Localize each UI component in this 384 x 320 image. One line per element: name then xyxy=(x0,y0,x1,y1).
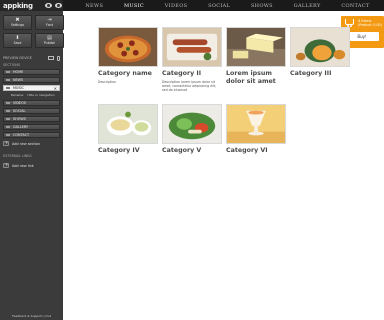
category-title[interactable]: Category name xyxy=(98,70,158,78)
add-link-button[interactable]: Add new link xyxy=(3,162,60,169)
section-label: VIDEOS xyxy=(13,101,26,105)
section-label: NEWS xyxy=(13,78,24,82)
category-title[interactable]: Category VI xyxy=(226,147,286,155)
add-section-label: Add new section xyxy=(12,141,40,146)
save-button[interactable]: ⬇ Save xyxy=(3,33,32,48)
nav-contact[interactable]: CONTACT xyxy=(341,3,369,9)
category-card[interactable]: Category V xyxy=(162,104,222,155)
font-button[interactable]: ⇥ Font xyxy=(35,15,64,30)
category-title[interactable]: Category IV xyxy=(98,147,158,155)
section-label: MUSIC xyxy=(13,86,24,90)
category-card[interactable]: Category III xyxy=(290,27,350,78)
drag-handle-icon[interactable] xyxy=(6,134,10,136)
app-logo: appking xyxy=(3,1,33,10)
category-description: Description lorem ipsum dolor sit amet, … xyxy=(162,80,217,92)
external-links-header: EXTERNAL LINKS xyxy=(3,154,32,158)
nav-gallery[interactable]: GALLERY xyxy=(294,3,321,9)
publish-label: Publish xyxy=(43,41,56,45)
nav-shows[interactable]: SHOWS xyxy=(251,3,273,9)
section-item-shows[interactable]: SHOWS xyxy=(3,116,60,122)
visibility-eye-icon[interactable] xyxy=(54,3,62,8)
drag-handle-icon[interactable] xyxy=(6,79,10,81)
category-image-cheese[interactable] xyxy=(226,27,286,67)
section-label: CONTACT xyxy=(13,133,30,137)
settings-button[interactable]: ✖ Settings xyxy=(3,15,32,30)
category-card[interactable]: Category II Description lorem ipsum dolo… xyxy=(162,27,222,92)
category-description: Description xyxy=(98,80,117,84)
top-navigation: NEWS MUSIC VIDEOS SOCIAL SHOWS GALLERY C… xyxy=(63,0,384,11)
hide-in-navigation-link[interactable]: Hide in navigation xyxy=(27,93,54,97)
nav-social[interactable]: SOCIAL xyxy=(208,3,230,9)
drag-handle-icon[interactable] xyxy=(6,126,10,128)
section-item-news[interactable]: NEWS xyxy=(3,77,60,83)
category-title[interactable]: Category II xyxy=(162,70,222,78)
section-item-music[interactable]: MUSIC ✕ xyxy=(3,85,60,91)
category-title[interactable]: Lorem ipsum dolor sit amet xyxy=(226,70,286,86)
section-label: GALLERY xyxy=(13,125,29,129)
section-actions: Rename Hide in navigation xyxy=(3,92,60,97)
add-link-icon xyxy=(3,162,9,168)
category-image-soup[interactable] xyxy=(98,104,158,144)
settings-label: Settings xyxy=(10,23,25,27)
desktop-monitor-icon[interactable] xyxy=(48,55,54,60)
category-card[interactable]: Category name Description xyxy=(98,27,158,84)
category-image-pumpkin[interactable] xyxy=(290,27,350,67)
rename-link[interactable]: Rename xyxy=(11,93,23,97)
add-section-button[interactable]: Add new section xyxy=(3,140,60,147)
section-label: SOCIAL xyxy=(13,109,26,113)
section-item-home[interactable]: HOME xyxy=(3,69,60,75)
section-item-contact[interactable]: CONTACT xyxy=(3,132,60,138)
preview-device-header: PREVIEW DEVICE xyxy=(0,54,63,62)
publish-button[interactable]: ▤ Publish xyxy=(35,33,64,48)
sidebar: appking ✖ Settings ⇥ Font ⬇ Save ▤ Publi… xyxy=(0,0,64,320)
category-image-pizza[interactable] xyxy=(98,27,158,67)
drag-handle-icon[interactable] xyxy=(6,102,10,104)
category-card[interactable]: Lorem ipsum dolor sit amet xyxy=(226,27,286,86)
drag-handle-icon[interactable] xyxy=(6,118,10,120)
save-label: Save xyxy=(13,41,22,45)
close-icon[interactable]: ✕ xyxy=(54,86,57,91)
category-title[interactable]: Category III xyxy=(290,70,350,78)
feedback-footer[interactable]: Feedback & Support | Out xyxy=(0,314,63,318)
drag-handle-icon[interactable] xyxy=(6,71,10,73)
drag-handle-icon[interactable] xyxy=(6,110,10,112)
drag-handle-icon[interactable] xyxy=(6,87,10,89)
shopping-cart-icon xyxy=(345,19,354,27)
preview-device-label: PREVIEW DEVICE xyxy=(3,56,33,60)
section-item-social[interactable]: SOCIAL xyxy=(3,108,60,114)
category-card[interactable]: Category IV xyxy=(98,104,158,155)
nav-news[interactable]: NEWS xyxy=(85,3,103,9)
section-label: SHOWS xyxy=(13,117,26,121)
nav-music[interactable]: MUSIC xyxy=(124,3,144,9)
nav-videos[interactable]: VIDEOS xyxy=(165,3,188,9)
category-image-vegetables[interactable] xyxy=(162,104,222,144)
category-title[interactable]: Category V xyxy=(162,147,222,155)
section-label: HOME xyxy=(13,70,24,74)
buy-button[interactable]: Buy! xyxy=(345,32,379,41)
toolbar: ✖ Settings ⇥ Font ⬇ Save ▤ Publish xyxy=(0,11,64,48)
category-image-dessert[interactable] xyxy=(226,104,286,144)
category-card[interactable]: Category VI xyxy=(226,104,286,155)
logo-bar: appking xyxy=(0,0,63,11)
section-item-gallery[interactable]: GALLERY xyxy=(3,124,60,130)
sections-header: SECTIONS xyxy=(3,63,21,67)
mobile-phone-icon[interactable] xyxy=(57,55,60,61)
add-link-label: Add new link xyxy=(12,163,34,168)
preview-eye-icon[interactable] xyxy=(44,3,52,8)
add-section-icon xyxy=(3,140,9,146)
cart-total: (Product: 0,00) xyxy=(358,23,382,27)
category-image-sausages[interactable] xyxy=(162,27,222,67)
font-label: Font xyxy=(46,23,53,27)
section-item-videos[interactable]: VIDEOS xyxy=(3,100,60,106)
